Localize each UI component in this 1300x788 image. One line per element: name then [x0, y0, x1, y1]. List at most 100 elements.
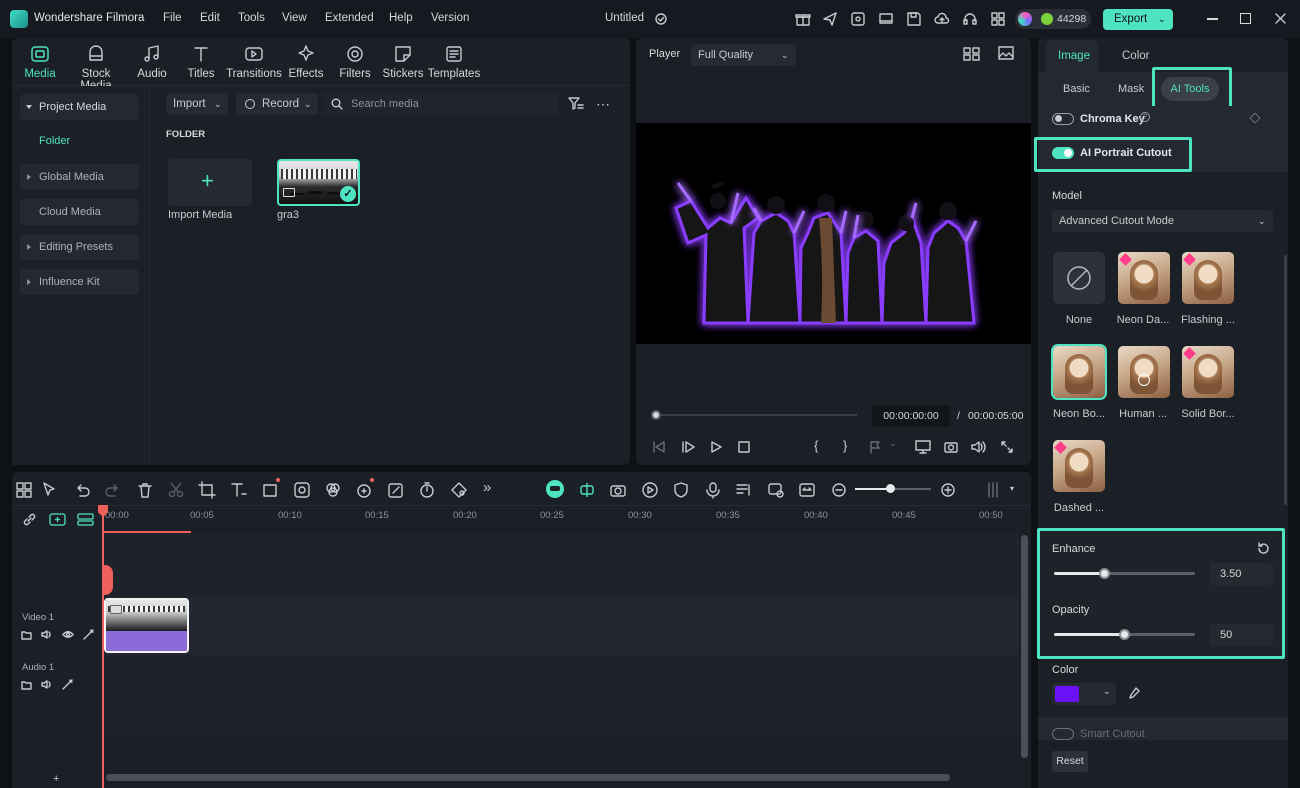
reset-button[interactable]: Reset: [1052, 751, 1088, 772]
playhead-line[interactable]: [102, 506, 104, 788]
audio-list-icon[interactable]: [735, 481, 753, 499]
link-icon[interactable]: [22, 512, 37, 527]
menu-version[interactable]: Version: [431, 12, 469, 24]
display-screen-icon[interactable]: [915, 440, 931, 454]
minimize-icon[interactable]: [1207, 18, 1218, 20]
model-dropdown[interactable]: Advanced Cutout Mode ⌄: [1052, 210, 1273, 232]
enhance-value-input[interactable]: 3.50: [1210, 563, 1273, 585]
send-icon[interactable]: [822, 11, 838, 27]
add-track-icon[interactable]: +: [53, 773, 59, 785]
preset-dashed[interactable]: [1053, 440, 1105, 492]
mark-out-icon[interactable]: }: [843, 438, 847, 453]
timeline-horizontal-scrollbar[interactable]: [106, 774, 950, 781]
sidebar-item-cloud-media[interactable]: Cloud Media: [20, 199, 139, 225]
timeline-video-clip[interactable]: [104, 598, 189, 653]
timeline-vertical-scrollbar[interactable]: [1021, 535, 1028, 758]
preset-human[interactable]: [1118, 346, 1170, 398]
preset-flashing[interactable]: [1182, 252, 1234, 304]
current-timecode[interactable]: 00:00:00:00: [872, 405, 950, 427]
enhance-slider-knob[interactable]: [1099, 568, 1110, 579]
quality-dropdown[interactable]: Full Quality ⌄: [691, 44, 796, 66]
more-tools-icon[interactable]: »: [483, 479, 491, 496]
maximize-icon[interactable]: [1240, 13, 1251, 24]
stop-icon[interactable]: [737, 440, 751, 454]
zoom-out-icon[interactable]: [830, 481, 848, 499]
eye-icon[interactable]: [62, 629, 74, 640]
grid-view-icon[interactable]: [963, 47, 980, 61]
apps-grid-icon[interactable]: [990, 11, 1006, 27]
sidebar-item-influence-kit[interactable]: Influence Kit: [20, 269, 139, 295]
help-icon[interactable]: ?: [1140, 112, 1150, 122]
magic-wand-icon[interactable]: [83, 629, 95, 640]
snapshot-image-icon[interactable]: [998, 46, 1014, 60]
opacity-value-input[interactable]: 50: [1210, 624, 1273, 646]
save-icon[interactable]: [906, 11, 922, 27]
menu-edit[interactable]: Edit: [200, 12, 220, 24]
menu-file[interactable]: File: [163, 12, 182, 24]
play-range-icon[interactable]: [681, 440, 695, 454]
playback-progress-track[interactable]: [656, 414, 857, 416]
replace-media-icon[interactable]: [767, 481, 785, 499]
auto-reframe-icon[interactable]: [609, 481, 627, 499]
import-dropdown[interactable]: Import ⌄: [166, 93, 228, 115]
speed-icon[interactable]: [293, 481, 311, 499]
monitor-icon[interactable]: [878, 11, 894, 27]
credits-badge[interactable]: 44298: [1015, 9, 1091, 29]
color-picker-dropdown[interactable]: ⌄: [1052, 683, 1116, 705]
playhead-grip[interactable]: [103, 565, 113, 595]
previous-frame-icon[interactable]: [652, 440, 666, 454]
preset-neon-dashed[interactable]: [1118, 252, 1170, 304]
subtab-basic[interactable]: Basic: [1063, 83, 1090, 95]
tab-media[interactable]: Media: [10, 44, 70, 80]
zoom-slider-knob[interactable]: [886, 484, 895, 493]
sidebar-item-global-media[interactable]: Global Media: [20, 164, 139, 190]
mark-in-icon[interactable]: {: [814, 438, 818, 453]
sidebar-item-folder[interactable]: Folder: [39, 135, 70, 147]
drag-handle-icon[interactable]: [984, 481, 1002, 499]
folder-lock-icon[interactable]: [21, 629, 32, 640]
undo-icon[interactable]: [73, 481, 91, 499]
add-audio-track-icon[interactable]: [77, 513, 94, 526]
eyedropper-icon[interactable]: [1127, 687, 1140, 700]
ai-assistant-icon[interactable]: [546, 480, 564, 498]
ai-effects-icon[interactable]: [356, 481, 374, 499]
shield-icon[interactable]: [672, 481, 690, 499]
tab-color[interactable]: Color: [1122, 50, 1149, 62]
folder-lock-icon[interactable]: [21, 679, 32, 690]
more-options-icon[interactable]: ⋯: [596, 96, 611, 113]
preset-neon-border[interactable]: [1051, 344, 1107, 400]
preset-none[interactable]: [1053, 252, 1105, 304]
smart-cutout-toggle[interactable]: [1052, 728, 1074, 740]
speaker-icon[interactable]: [41, 679, 53, 690]
add-video-track-icon[interactable]: [49, 513, 66, 526]
chevron-down-icon[interactable]: ⌄: [889, 438, 897, 449]
color-match-icon[interactable]: [324, 481, 342, 499]
magic-wand-icon[interactable]: [62, 679, 74, 690]
headset-icon[interactable]: [962, 11, 978, 27]
sidebar-item-project-media[interactable]: Project Media: [20, 94, 139, 120]
opacity-slider-knob[interactable]: [1119, 629, 1130, 640]
filter-icon[interactable]: [568, 96, 584, 112]
media-icon[interactable]: [850, 11, 866, 27]
menu-tools[interactable]: Tools: [238, 12, 265, 24]
tab-titles[interactable]: Titles: [171, 44, 231, 80]
import-media-tile[interactable]: +: [168, 159, 252, 206]
close-icon[interactable]: [1275, 13, 1286, 24]
play-circle-icon[interactable]: [641, 481, 659, 499]
chevron-down-icon[interactable]: ▾: [1010, 484, 1014, 493]
menu-view[interactable]: View: [282, 12, 307, 24]
reset-rotate-icon[interactable]: [1257, 542, 1270, 555]
tab-image[interactable]: Image: [1046, 40, 1098, 72]
tab-transitions[interactable]: Transitions: [224, 44, 284, 80]
keyframe-icon[interactable]: [450, 481, 468, 499]
layout-grid-icon[interactable]: [15, 481, 33, 499]
tab-stock-media[interactable]: Stock Media: [66, 44, 126, 92]
properties-scrollbar[interactable]: [1284, 255, 1287, 505]
volume-icon[interactable]: [971, 440, 986, 454]
sidebar-item-editing-presets[interactable]: Editing Presets: [20, 234, 139, 260]
menu-help[interactable]: Help: [389, 12, 413, 24]
preset-solid-border[interactable]: [1182, 346, 1234, 398]
media-clip-thumbnail[interactable]: ✓: [277, 159, 360, 206]
timer-icon[interactable]: [418, 481, 436, 499]
microphone-icon[interactable]: [704, 481, 722, 499]
